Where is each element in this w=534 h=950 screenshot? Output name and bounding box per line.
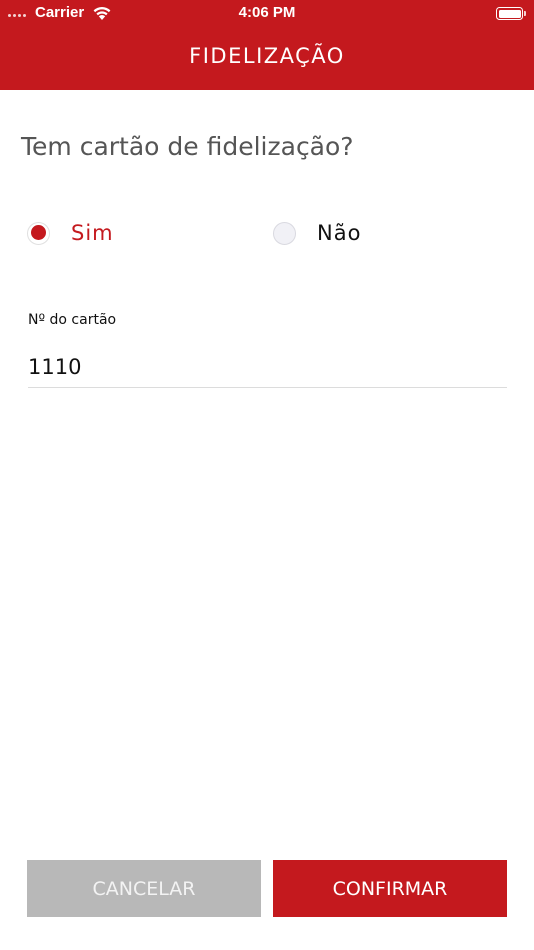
radio-unselected-icon[interactable] [273, 221, 296, 245]
loyalty-question: Tem cartão de fidelização? [21, 132, 354, 161]
top-bar: Carrier 4:06 PM FIDELIZAÇÃO [0, 0, 534, 90]
radio-label-nao: Não [317, 221, 362, 245]
confirm-button[interactable]: CONFIRMAR [273, 860, 507, 917]
card-number-input[interactable] [28, 346, 507, 388]
battery-icon [496, 7, 526, 20]
loyalty-screen: Carrier 4:06 PM FIDELIZAÇÃO Tem cartão d… [0, 0, 534, 950]
card-number-label: Nº do cartão [28, 312, 117, 328]
radio-selected-icon[interactable] [27, 221, 50, 245]
radio-option-sim[interactable]: Sim [27, 221, 114, 245]
cancel-button[interactable]: CANCELAR [27, 860, 261, 917]
status-time: 4:06 PM [238, 4, 296, 21]
page-title: FIDELIZAÇÃO [189, 44, 345, 68]
status-bar: Carrier 4:06 PM [0, 0, 534, 28]
radio-label-sim: Sim [71, 221, 114, 245]
radio-option-nao[interactable]: Não [273, 221, 361, 245]
